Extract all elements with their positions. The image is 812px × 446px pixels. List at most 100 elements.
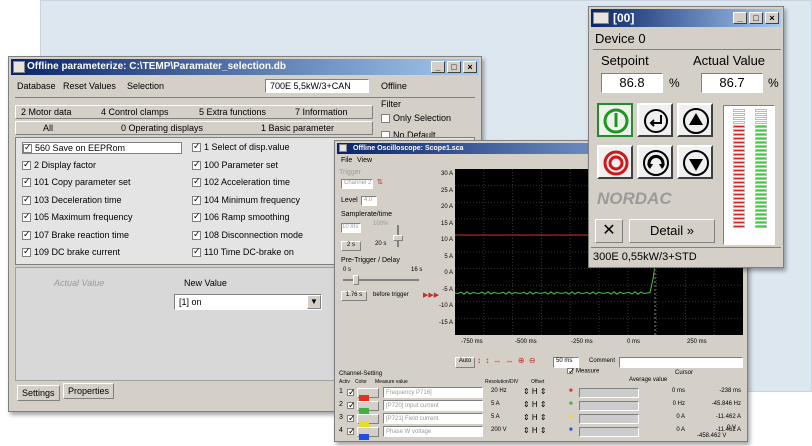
param-row-left[interactable]: 105 Maximum frequency <box>22 211 133 223</box>
chevron-down-icon[interactable]: ▼ <box>307 295 321 309</box>
param-row-right[interactable]: 102 Acceleration time <box>192 176 290 188</box>
channel-measure-select[interactable]: Phase W voltage <box>383 426 483 437</box>
param-checkbox[interactable] <box>22 229 31 240</box>
param-label: 106 Ramp smoothing <box>204 212 290 222</box>
only-selection-checkbox[interactable]: Only Selection <box>381 113 451 124</box>
channel-resolution[interactable]: 5 A <box>491 414 500 420</box>
auto-button[interactable]: Auto <box>455 357 475 368</box>
offset-arrows-icon[interactable]: ⇕ H ⇕ <box>523 387 547 396</box>
cursor-tool-icons[interactable]: ↕ ↕ ↔ ↔ ⊕ ⊖ <box>477 356 537 365</box>
samplerate-percent: 100% <box>373 221 389 227</box>
pretrigger-slider-thumb[interactable] <box>353 275 359 285</box>
param-row-right[interactable]: 100 Parameter set <box>192 159 278 170</box>
param-checkbox[interactable] <box>23 142 32 154</box>
param-checkbox[interactable] <box>22 176 31 188</box>
offset-arrows-icon[interactable]: ⇕ H ⇕ <box>523 426 547 435</box>
minimize-button[interactable]: _ <box>431 61 445 73</box>
tab-properties[interactable]: Properties <box>63 383 115 399</box>
start-button[interactable] <box>597 103 633 137</box>
level-input[interactable]: 4.0 <box>361 196 377 206</box>
parameter-window-titlebar[interactable]: Offline parameterize: C:\TEMP\Paramater_… <box>11 59 479 75</box>
samplerate-slider-thumb[interactable] <box>393 235 403 241</box>
maximize-button[interactable]: □ <box>749 12 763 24</box>
reverse-button[interactable] <box>637 145 673 179</box>
menu-reset-values[interactable]: Reset Values <box>63 81 116 91</box>
cancel-button[interactable]: ✕ <box>595 219 623 243</box>
channel-active-checkbox[interactable] <box>347 426 356 437</box>
minimize-button[interactable]: _ <box>733 12 747 24</box>
param-row-right[interactable]: 106 Ramp smoothing <box>192 211 290 223</box>
param-checkbox[interactable] <box>192 246 201 258</box>
param-checkbox[interactable] <box>22 211 31 223</box>
channel-color-button[interactable] <box>357 401 379 414</box>
param-checkbox[interactable] <box>192 141 201 153</box>
new-value-select[interactable]: [1] on ▼ <box>174 294 322 310</box>
param-checkbox[interactable] <box>192 176 201 188</box>
channel-active-checkbox[interactable] <box>347 387 356 398</box>
maximize-button[interactable]: □ <box>447 61 461 73</box>
param-row-left[interactable]: 2 Display factor <box>22 159 96 170</box>
channel-resolution[interactable]: 5 A <box>491 401 500 407</box>
param-checkbox[interactable] <box>192 194 201 205</box>
trigger-channel-select[interactable]: Channel 2 <box>341 179 373 189</box>
channel-active-checkbox[interactable] <box>347 400 356 411</box>
menu-view[interactable]: View <box>357 157 372 164</box>
actual-value-label: Actual Value <box>693 53 766 68</box>
param-row-right[interactable]: 108 Disconnection mode <box>192 229 303 240</box>
enter-button[interactable] <box>637 103 673 137</box>
nordac-window: [00] _ □ × Device 0 Setpoint Actual Valu… <box>588 6 784 268</box>
menu-file[interactable]: File <box>341 157 352 164</box>
param-row-left[interactable]: 560 Save on EEPRom <box>22 142 182 155</box>
param-row-left[interactable]: 103 Deceleration time <box>22 194 122 205</box>
comment-input[interactable] <box>619 357 743 368</box>
detail-button[interactable]: Detail » <box>629 219 715 243</box>
samplerate-select[interactable]: 10 ms <box>341 223 361 233</box>
param-checkbox[interactable] <box>192 159 201 170</box>
tab-information[interactable]: 7 Information <box>295 107 348 117</box>
led-segment <box>755 197 767 200</box>
param-row-left[interactable]: 109 DC brake current <box>22 246 120 258</box>
actual-value: 86.7 <box>701 73 763 93</box>
param-row-left[interactable]: 101 Copy parameter set <box>22 176 131 188</box>
up-button[interactable] <box>677 103 713 137</box>
measure-marker: ■ <box>569 414 573 420</box>
tab-motor-data[interactable]: 2 Motor data <box>21 107 72 117</box>
tab-all[interactable]: All <box>43 123 53 133</box>
channel-color-button[interactable] <box>357 427 379 440</box>
channel-active-checkbox[interactable] <box>347 413 356 424</box>
channel-measure-select[interactable]: [P721] Field current <box>383 413 483 424</box>
channel-resolution[interactable]: 20 Hz <box>491 388 507 394</box>
channel-resolution[interactable]: 200 V <box>491 427 507 433</box>
param-checkbox[interactable] <box>22 159 31 170</box>
tab-settings[interactable]: Settings <box>17 385 60 401</box>
offset-arrows-icon[interactable]: ⇕ H ⇕ <box>523 413 547 422</box>
tab-control-clamps[interactable]: 4 Control clamps <box>101 107 169 117</box>
stop-button[interactable] <box>597 145 633 179</box>
offset-arrows-icon[interactable]: ⇕ H ⇕ <box>523 400 547 409</box>
param-checkbox[interactable] <box>22 246 31 258</box>
tab-basic-parameter[interactable]: 1 Basic parameter <box>261 123 334 133</box>
close-button[interactable]: × <box>463 61 477 73</box>
channel-color-button[interactable] <box>357 388 379 401</box>
param-label: 560 Save on EEPRom <box>35 143 126 153</box>
channel-measure-select[interactable]: Frequency P716] <box>383 387 483 398</box>
channel-color-button[interactable] <box>357 414 379 427</box>
param-checkbox[interactable] <box>22 194 31 205</box>
menu-database[interactable]: Database <box>17 81 56 91</box>
tab-operating-displays[interactable]: 0 Operating displays <box>121 123 203 133</box>
checkbox-box[interactable] <box>381 114 390 124</box>
param-row-left[interactable]: 107 Brake reaction time <box>22 229 129 240</box>
param-checkbox[interactable] <box>192 229 201 240</box>
down-button[interactable] <box>677 145 713 179</box>
channel-measure-select[interactable]: [P720] Input current <box>383 400 483 411</box>
param-row-right[interactable]: 104 Minimum frequency <box>192 194 300 205</box>
menu-selection[interactable]: Selection <box>127 81 164 91</box>
close-button[interactable]: × <box>765 12 779 24</box>
trigger-edge-icon[interactable]: ⇅ <box>377 178 383 186</box>
nordac-titlebar[interactable]: [00] _ □ × <box>591 9 781 27</box>
param-checkbox[interactable] <box>192 211 201 223</box>
tab-extra-functions[interactable]: 5 Extra functions <box>199 107 266 117</box>
param-row-right[interactable]: 110 Time DC-brake on <box>192 246 294 258</box>
measure-checkbox[interactable] <box>567 366 576 377</box>
param-row-right[interactable]: 1 Select of disp.value <box>192 141 290 153</box>
